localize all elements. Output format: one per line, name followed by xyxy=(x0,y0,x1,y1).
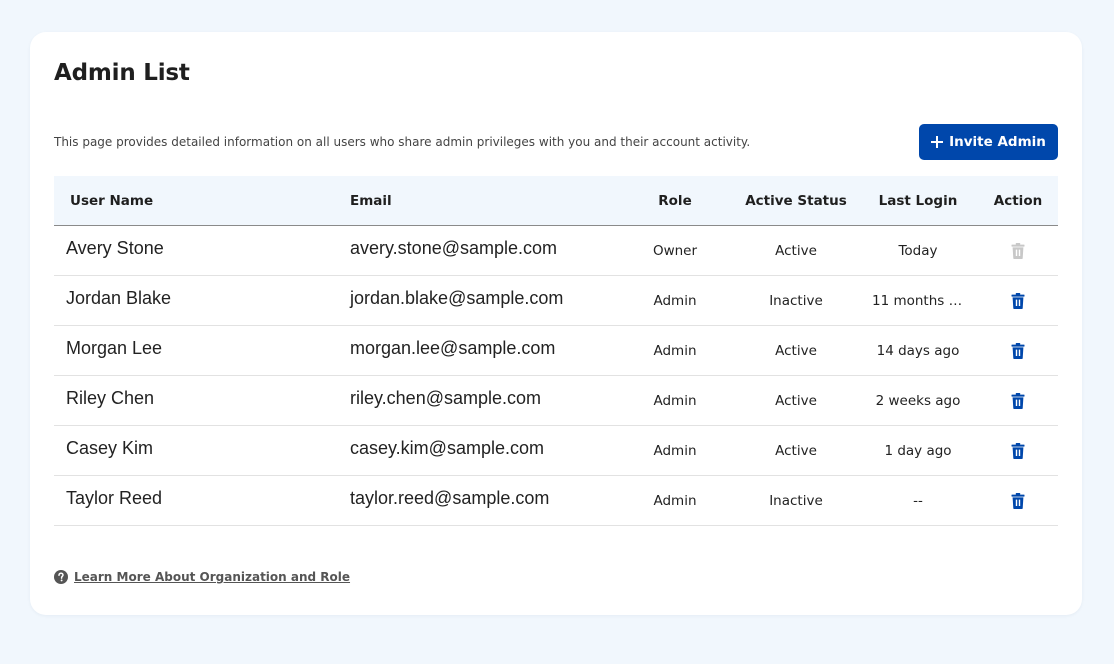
user-email: avery.stone@sample.com xyxy=(350,238,558,258)
trash-icon xyxy=(1011,242,1025,259)
table-row: Morgan Lee morgan.lee@sample.com Admin Acti… xyxy=(54,326,1058,376)
admin-list-card: Admin List This page provides detailed i… xyxy=(30,32,1082,615)
column-header-user-name: User Name xyxy=(70,192,154,209)
column-header-active-status: Active Status xyxy=(745,192,847,209)
invite-admin-label: Invite Admin xyxy=(949,134,1046,150)
help-icon xyxy=(54,570,68,584)
user-last-login: Today xyxy=(868,226,968,275)
user-role: Admin xyxy=(653,342,697,359)
table-row: Casey Kim casey.kim@sample.com Admin Active… xyxy=(54,426,1058,476)
delete-admin-button[interactable] xyxy=(988,276,1048,325)
last-login-text: 2 weeks ago xyxy=(875,392,961,409)
learn-more-link[interactable]: Learn More About Organization and Role xyxy=(74,570,350,584)
user-active-status: Inactive xyxy=(769,292,823,309)
user-active-status: Active xyxy=(775,392,817,409)
user-email: casey.kim@sample.com xyxy=(350,438,544,458)
user-email: riley.chen@sample.com xyxy=(350,388,542,408)
user-role: Admin xyxy=(653,492,697,509)
last-login-text: Today xyxy=(898,242,938,259)
user-last-login: 1 day ago xyxy=(868,426,968,475)
user-name: Avery Stone xyxy=(66,238,164,258)
user-name: Jordan Blake xyxy=(66,288,172,308)
invite-admin-button[interactable]: Invite Admin xyxy=(919,124,1058,160)
user-name: Morgan Lee xyxy=(66,338,163,358)
column-header-last-login: Last Login xyxy=(878,192,958,209)
column-header-role: Role xyxy=(658,192,692,209)
last-login-text: 11 months ago xyxy=(872,292,964,309)
user-name: Riley Chen xyxy=(66,388,155,408)
user-name: Taylor Reed xyxy=(66,488,163,508)
user-active-status: Inactive xyxy=(769,492,823,509)
last-login-text: -- xyxy=(913,492,923,509)
table-row: Avery Stone avery.stone@sample.com Owner Ac… xyxy=(54,226,1058,276)
delete-admin-button[interactable] xyxy=(988,476,1048,525)
user-last-login: 2 weeks ago xyxy=(868,376,968,425)
table-header: User Name Email Role Active Status Last … xyxy=(54,176,1058,226)
user-email: jordan.blake@sample.com xyxy=(350,288,564,308)
user-role: Owner xyxy=(652,242,698,259)
trash-icon xyxy=(1011,492,1025,509)
trash-icon xyxy=(1011,342,1025,359)
delete-admin-button[interactable] xyxy=(988,426,1048,475)
user-active-status: Active xyxy=(775,342,817,359)
user-last-login: -- xyxy=(868,476,968,525)
admin-table: User Name Email Role Active Status Last … xyxy=(54,176,1058,526)
user-email: taylor.reed@sample.com xyxy=(350,488,550,508)
plus-icon xyxy=(931,136,944,148)
trash-icon xyxy=(1011,442,1025,459)
user-email: morgan.lee@sample.com xyxy=(350,338,556,358)
user-role: Admin xyxy=(653,392,697,409)
page-title: Admin List xyxy=(54,60,190,86)
delete-admin-button[interactable] xyxy=(988,326,1048,375)
user-last-login: 11 months ago xyxy=(868,276,968,325)
table-row: Taylor Reed taylor.reed@sample.com Admin In… xyxy=(54,476,1058,526)
user-active-status: Active xyxy=(775,442,817,459)
column-header-action: Action xyxy=(993,192,1043,209)
table-row: Jordan Blake jordan.blake@sample.com Admin… xyxy=(54,276,1058,326)
trash-icon xyxy=(1011,292,1025,309)
delete-admin-button[interactable] xyxy=(988,376,1048,425)
user-role: Admin xyxy=(653,442,697,459)
column-header-email: Email xyxy=(350,192,392,209)
table-body: Avery Stone avery.stone@sample.com Owner Ac… xyxy=(54,226,1058,526)
user-active-status: Active xyxy=(775,242,817,259)
page-description: This page provides detailed information … xyxy=(54,135,751,149)
user-role: Admin xyxy=(653,292,697,309)
table-row: Riley Chen riley.chen@sample.com Admin Acti… xyxy=(54,376,1058,426)
learn-more: Learn More About Organization and Role xyxy=(54,570,350,584)
delete-admin-button xyxy=(988,226,1048,275)
user-name: Casey Kim xyxy=(66,438,154,458)
user-last-login: 14 days ago xyxy=(868,326,968,375)
last-login-text: 1 day ago xyxy=(884,442,952,459)
trash-icon xyxy=(1011,392,1025,409)
last-login-text: 14 days ago xyxy=(876,342,960,359)
